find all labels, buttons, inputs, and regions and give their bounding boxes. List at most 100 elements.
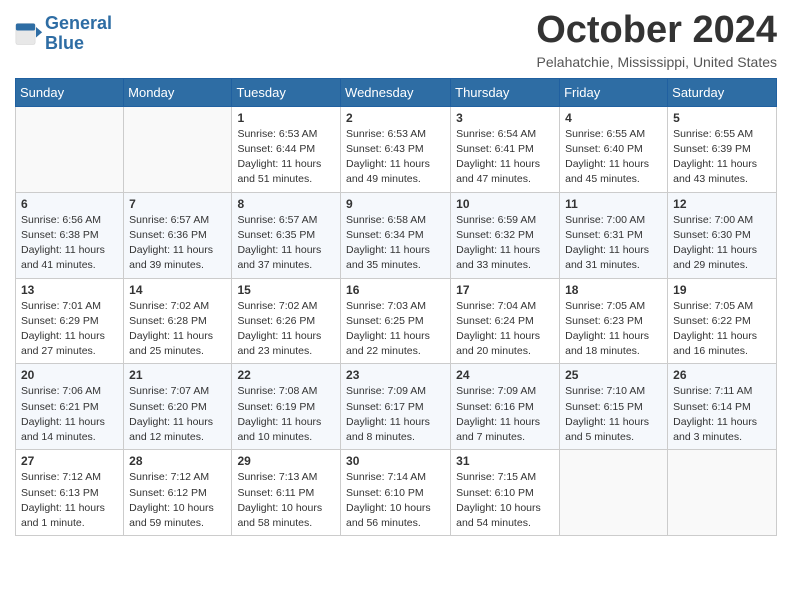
logo-blue: Blue bbox=[45, 33, 84, 53]
week-row-4: 20 Sunrise: 7:06 AM Sunset: 6:21 PM Dayli… bbox=[16, 364, 777, 450]
calendar-cell: 28 Sunrise: 7:12 AM Sunset: 6:12 PM Dayli… bbox=[124, 450, 232, 536]
day-info: Sunrise: 7:07 AM Sunset: 6:20 PM Dayligh… bbox=[129, 384, 226, 445]
logo-text: General Blue bbox=[45, 14, 112, 54]
day-info: Sunrise: 6:55 AM Sunset: 6:39 PM Dayligh… bbox=[673, 127, 771, 188]
month-title: October 2024 bbox=[536, 10, 777, 52]
weekday-header-friday: Friday bbox=[560, 78, 668, 106]
day-number: 16 bbox=[346, 283, 445, 297]
page: General Blue October 2024 Pelahatchie, M… bbox=[0, 0, 792, 612]
day-info: Sunrise: 6:57 AM Sunset: 6:35 PM Dayligh… bbox=[237, 213, 335, 274]
calendar-cell: 6 Sunrise: 6:56 AM Sunset: 6:38 PM Daylig… bbox=[16, 192, 124, 278]
day-number: 22 bbox=[237, 368, 335, 382]
calendar-table: SundayMondayTuesdayWednesdayThursdayFrid… bbox=[15, 78, 777, 536]
calendar-cell bbox=[560, 450, 668, 536]
logo-general: General bbox=[45, 13, 112, 33]
day-info: Sunrise: 7:14 AM Sunset: 6:10 PM Dayligh… bbox=[346, 470, 445, 531]
calendar-cell: 16 Sunrise: 7:03 AM Sunset: 6:25 PM Dayli… bbox=[341, 278, 451, 364]
day-info: Sunrise: 7:03 AM Sunset: 6:25 PM Dayligh… bbox=[346, 299, 445, 360]
calendar-cell: 26 Sunrise: 7:11 AM Sunset: 6:14 PM Dayli… bbox=[668, 364, 777, 450]
calendar-cell: 9 Sunrise: 6:58 AM Sunset: 6:34 PM Daylig… bbox=[341, 192, 451, 278]
day-number: 7 bbox=[129, 197, 226, 211]
day-number: 6 bbox=[21, 197, 118, 211]
day-info: Sunrise: 6:58 AM Sunset: 6:34 PM Dayligh… bbox=[346, 213, 445, 274]
calendar-cell bbox=[124, 106, 232, 192]
day-number: 24 bbox=[456, 368, 554, 382]
calendar-cell: 18 Sunrise: 7:05 AM Sunset: 6:23 PM Dayli… bbox=[560, 278, 668, 364]
calendar-cell: 24 Sunrise: 7:09 AM Sunset: 6:16 PM Dayli… bbox=[451, 364, 560, 450]
weekday-header-saturday: Saturday bbox=[668, 78, 777, 106]
day-number: 20 bbox=[21, 368, 118, 382]
day-number: 12 bbox=[673, 197, 771, 211]
calendar-cell: 1 Sunrise: 6:53 AM Sunset: 6:44 PM Daylig… bbox=[232, 106, 341, 192]
day-number: 8 bbox=[237, 197, 335, 211]
day-number: 28 bbox=[129, 454, 226, 468]
day-number: 31 bbox=[456, 454, 554, 468]
calendar-cell: 2Sunrise: 6:53 AM Sunset: 6:43 PM Daylig… bbox=[341, 106, 451, 192]
calendar-cell: 12Sunrise: 7:00 AM Sunset: 6:30 PM Dayli… bbox=[668, 192, 777, 278]
day-number: 23 bbox=[346, 368, 445, 382]
day-number: 9 bbox=[346, 197, 445, 211]
day-number: 5 bbox=[673, 111, 771, 125]
calendar-cell: 10Sunrise: 6:59 AM Sunset: 6:32 PM Dayli… bbox=[451, 192, 560, 278]
week-row-5: 27 Sunrise: 7:12 AM Sunset: 6:13 PM Dayli… bbox=[16, 450, 777, 536]
day-info: Sunrise: 6:56 AM Sunset: 6:38 PM Dayligh… bbox=[21, 213, 118, 274]
day-info: Sunrise: 7:05 AM Sunset: 6:23 PM Dayligh… bbox=[565, 299, 662, 360]
weekday-header-row: SundayMondayTuesdayWednesdayThursdayFrid… bbox=[16, 78, 777, 106]
location: Pelahatchie, Mississippi, United States bbox=[536, 54, 777, 70]
calendar-cell: 30 Sunrise: 7:14 AM Sunset: 6:10 PM Dayli… bbox=[341, 450, 451, 536]
day-info: Sunrise: 7:12 AM Sunset: 6:12 PM Dayligh… bbox=[129, 470, 226, 531]
day-info: Sunrise: 6:53 AM Sunset: 6:43 PM Dayligh… bbox=[346, 127, 445, 188]
day-info: Sunrise: 7:06 AM Sunset: 6:21 PM Dayligh… bbox=[21, 384, 118, 445]
day-number: 1 bbox=[237, 111, 335, 125]
calendar-cell: 15 Sunrise: 7:02 AM Sunset: 6:26 PM Dayli… bbox=[232, 278, 341, 364]
day-number: 30 bbox=[346, 454, 445, 468]
day-number: 29 bbox=[237, 454, 335, 468]
weekday-header-tuesday: Tuesday bbox=[232, 78, 341, 106]
calendar-cell: 4 Sunrise: 6:55 AM Sunset: 6:40 PM Daylig… bbox=[560, 106, 668, 192]
calendar-cell: 21Sunrise: 7:07 AM Sunset: 6:20 PM Dayli… bbox=[124, 364, 232, 450]
calendar-cell: 22 Sunrise: 7:08 AM Sunset: 6:19 PM Dayli… bbox=[232, 364, 341, 450]
day-info: Sunrise: 7:01 AM Sunset: 6:29 PM Dayligh… bbox=[21, 299, 118, 360]
day-number: 18 bbox=[565, 283, 662, 297]
day-info: Sunrise: 7:12 AM Sunset: 6:13 PM Dayligh… bbox=[21, 470, 118, 531]
day-number: 26 bbox=[673, 368, 771, 382]
calendar-cell: 11Sunrise: 7:00 AM Sunset: 6:31 PM Dayli… bbox=[560, 192, 668, 278]
day-info: Sunrise: 7:08 AM Sunset: 6:19 PM Dayligh… bbox=[237, 384, 335, 445]
day-info: Sunrise: 7:15 AM Sunset: 6:10 PM Dayligh… bbox=[456, 470, 554, 531]
calendar-cell bbox=[668, 450, 777, 536]
calendar-cell: 17Sunrise: 7:04 AM Sunset: 6:24 PM Dayli… bbox=[451, 278, 560, 364]
day-number: 15 bbox=[237, 283, 335, 297]
title-block: October 2024 Pelahatchie, Mississippi, U… bbox=[536, 10, 777, 70]
week-row-1: 1 Sunrise: 6:53 AM Sunset: 6:44 PM Daylig… bbox=[16, 106, 777, 192]
day-number: 3 bbox=[456, 111, 554, 125]
calendar-cell: 5 Sunrise: 6:55 AM Sunset: 6:39 PM Daylig… bbox=[668, 106, 777, 192]
day-info: Sunrise: 7:11 AM Sunset: 6:14 PM Dayligh… bbox=[673, 384, 771, 445]
day-info: Sunrise: 6:53 AM Sunset: 6:44 PM Dayligh… bbox=[237, 127, 335, 188]
weekday-header-monday: Monday bbox=[124, 78, 232, 106]
day-number: 13 bbox=[21, 283, 118, 297]
day-info: Sunrise: 6:55 AM Sunset: 6:40 PM Dayligh… bbox=[565, 127, 662, 188]
day-info: Sunrise: 6:59 AM Sunset: 6:32 PM Dayligh… bbox=[456, 213, 554, 274]
day-number: 19 bbox=[673, 283, 771, 297]
day-info: Sunrise: 6:54 AM Sunset: 6:41 PM Dayligh… bbox=[456, 127, 554, 188]
day-info: Sunrise: 7:02 AM Sunset: 6:28 PM Dayligh… bbox=[129, 299, 226, 360]
day-number: 11 bbox=[565, 197, 662, 211]
day-info: Sunrise: 7:09 AM Sunset: 6:16 PM Dayligh… bbox=[456, 384, 554, 445]
day-info: Sunrise: 7:02 AM Sunset: 6:26 PM Dayligh… bbox=[237, 299, 335, 360]
calendar-cell: 19Sunrise: 7:05 AM Sunset: 6:22 PM Dayli… bbox=[668, 278, 777, 364]
day-info: Sunrise: 6:57 AM Sunset: 6:36 PM Dayligh… bbox=[129, 213, 226, 274]
header: General Blue October 2024 Pelahatchie, M… bbox=[15, 10, 777, 70]
day-info: Sunrise: 7:10 AM Sunset: 6:15 PM Dayligh… bbox=[565, 384, 662, 445]
logo: General Blue bbox=[15, 14, 112, 54]
weekday-header-sunday: Sunday bbox=[16, 78, 124, 106]
calendar-cell: 20 Sunrise: 7:06 AM Sunset: 6:21 PM Dayli… bbox=[16, 364, 124, 450]
calendar-cell bbox=[16, 106, 124, 192]
calendar-cell: 27 Sunrise: 7:12 AM Sunset: 6:13 PM Dayli… bbox=[16, 450, 124, 536]
calendar-cell: 31 Sunrise: 7:15 AM Sunset: 6:10 PM Dayli… bbox=[451, 450, 560, 536]
calendar-cell: 3 Sunrise: 6:54 AM Sunset: 6:41 PM Daylig… bbox=[451, 106, 560, 192]
day-info: Sunrise: 7:13 AM Sunset: 6:11 PM Dayligh… bbox=[237, 470, 335, 531]
day-number: 27 bbox=[21, 454, 118, 468]
day-number: 4 bbox=[565, 111, 662, 125]
weekday-header-thursday: Thursday bbox=[451, 78, 560, 106]
day-info: Sunrise: 7:04 AM Sunset: 6:24 PM Dayligh… bbox=[456, 299, 554, 360]
